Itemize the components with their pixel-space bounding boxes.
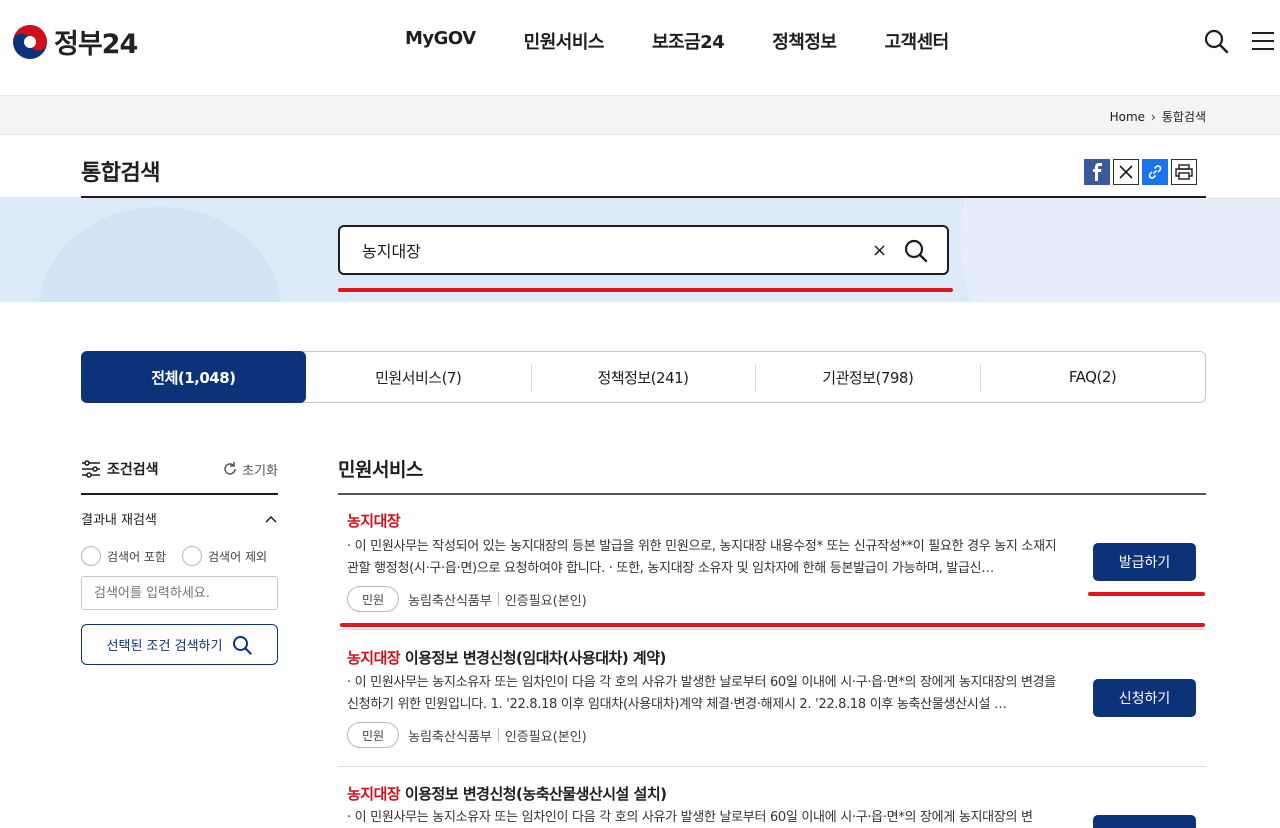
logo-text: 정부24	[54, 29, 138, 60]
tab-agency-info[interactable]: 기관정보(798)	[755, 352, 980, 402]
tab-civil-service[interactable]: 민원서비스(7)	[306, 352, 531, 402]
clear-icon[interactable]: ×	[872, 240, 887, 261]
result-title-highlight: 농지대장	[347, 512, 401, 530]
facebook-icon[interactable]	[1084, 159, 1110, 185]
search-box: ×	[338, 225, 949, 275]
result-title[interactable]: 농지대장 이용정보 변경신청(임대차(사용대차) 계약)	[347, 647, 666, 668]
menu-icon[interactable]	[1250, 28, 1276, 54]
nav-policy-info[interactable]: 정책정보	[772, 28, 837, 54]
tab-faq[interactable]: FAQ(2)	[980, 352, 1205, 402]
auth-requirement: 인증필요(본인)	[504, 729, 587, 745]
exclude-label: 검색어 제외	[208, 549, 268, 564]
search-icon[interactable]	[1203, 28, 1229, 54]
nav-customer-center[interactable]: 고객센터	[884, 28, 949, 54]
result-description: · 이 민원사무는 농지소유자 또는 임차인이 다음 각 호의 사유가 발생한 …	[347, 810, 1033, 825]
breadcrumb-bar: Home › 통합검색	[0, 95, 1280, 135]
result-item: 농지대장 이용정보 변경신청(농축산물생산시설 설치) · 이 민원사무는 농지…	[338, 767, 1206, 828]
reset-label: 초기화	[242, 463, 278, 479]
result-item: 농지대장 · 이 민원사무는 작성되어 있는 농지대장의 등본 발급을 위한 민…	[338, 495, 1206, 630]
result-title[interactable]: 농지대장	[347, 510, 401, 531]
radio-circle	[182, 546, 203, 566]
result-description: · 이 민원사무는 작성되어 있는 농지대장의 등본 발급을 위한 민원으로, …	[347, 539, 1057, 576]
taegeuk-logo-icon	[13, 24, 47, 59]
breadcrumb-home[interactable]: Home	[1110, 110, 1145, 124]
result-item: 농지대장 이용정보 변경신청(임대차(사용대차) 계약) · 이 민원사무는 농…	[338, 630, 1206, 767]
chevron-right-icon: ›	[1151, 109, 1156, 124]
tab-policy-info[interactable]: 정책정보(241)	[530, 352, 756, 402]
breadcrumb-current: 통합검색	[1161, 110, 1206, 124]
print-icon[interactable]	[1171, 159, 1197, 185]
title-divider	[81, 196, 1206, 198]
refresh-icon	[224, 462, 236, 475]
result-title-highlight: 농지대장	[347, 649, 401, 667]
result-meta: 민원 농림축산식품부 인증필요(본인)	[347, 722, 587, 748]
result-title-rest: 이용정보 변경신청(농축산물생산시설 설치)	[400, 785, 667, 803]
link-icon[interactable]	[1142, 159, 1168, 185]
exclude-radio[interactable]: 검색어 제외	[182, 546, 267, 566]
agency-name: 농림축산식품부	[408, 729, 492, 745]
refine-input[interactable]	[81, 576, 278, 610]
decorative-shape	[40, 207, 280, 302]
apply-button[interactable]: 신청하기	[1093, 679, 1196, 717]
result-title[interactable]: 농지대장 이용정보 변경신청(농축산물생산시설 설치)	[347, 783, 667, 804]
agency-name: 농림축산식품부	[408, 593, 492, 609]
condition-search-label: 선택된 조건 검색하기	[106, 639, 223, 654]
chevron-up-icon	[265, 515, 277, 523]
annotation-underline	[338, 288, 953, 292]
category-tag: 민원	[347, 722, 400, 748]
search-submit-icon[interactable]	[903, 238, 929, 264]
result-meta: 민원 농림축산식품부 인증필요(본인)	[347, 586, 587, 612]
meta-separator	[497, 592, 499, 606]
section-title: 민원서비스	[338, 459, 423, 481]
decorative-shape	[960, 197, 1280, 302]
category-tag: 민원	[347, 586, 400, 612]
result-title-highlight: 농지대장	[347, 785, 401, 803]
breadcrumb: Home › 통합검색	[1110, 108, 1206, 125]
page-title: 통합검색	[81, 161, 160, 186]
result-title-rest: 이용정보 변경신청(임대차(사용대차) 계약)	[400, 649, 666, 667]
x-icon[interactable]	[1113, 159, 1139, 185]
share-buttons	[1084, 159, 1197, 185]
auth-requirement: 인증필요(본인)	[504, 593, 587, 609]
apply-button[interactable]	[1093, 815, 1196, 828]
logo[interactable]: 정부24	[12, 22, 138, 61]
meta-separator	[497, 728, 499, 742]
tab-all[interactable]: 전체(1,048)	[81, 351, 306, 403]
annotation-underline	[340, 623, 1205, 627]
nav-civil-service[interactable]: 민원서비스	[524, 28, 605, 54]
result-tabs: 전체(1,048) 민원서비스(7) 정책정보(241) 기관정보(798) F…	[81, 351, 1206, 403]
site-header: 정부24 MyGOV 민원서비스 보조금24 정책정보 고객센터	[0, 0, 1280, 95]
refine-label: 결과내 재검색	[81, 513, 157, 528]
result-description: · 이 민원사무는 농지소유자 또는 임차인이 다음 각 호의 사유가 발생한 …	[347, 675, 1056, 712]
include-label: 검색어 포함	[107, 549, 167, 564]
sliders-icon	[82, 460, 100, 478]
include-radio[interactable]: 검색어 포함	[81, 546, 166, 566]
radio-circle	[81, 546, 101, 566]
filter-divider	[81, 493, 278, 495]
refine-toggle[interactable]: 결과내 재검색	[81, 509, 278, 528]
main-nav: MyGOV 민원서비스 보조금24 정책정보 고객센터	[405, 28, 997, 54]
filter-title: 조건검색	[107, 462, 159, 478]
condition-search-button[interactable]: 선택된 조건 검색하기	[81, 624, 278, 665]
issue-button[interactable]: 발급하기	[1093, 543, 1196, 581]
search-input[interactable]	[362, 240, 842, 259]
nav-mygov[interactable]: MyGOV	[405, 28, 476, 54]
nav-subsidy24[interactable]: 보조금24	[652, 28, 725, 54]
search-icon	[233, 635, 253, 655]
filter-panel: 조건검색 초기화 결과내 재검색 검색어 포함 검색어 제외 선택된 조건 검색…	[81, 458, 278, 665]
annotation-underline	[1088, 592, 1205, 596]
reset-button[interactable]: 초기화	[222, 460, 278, 479]
